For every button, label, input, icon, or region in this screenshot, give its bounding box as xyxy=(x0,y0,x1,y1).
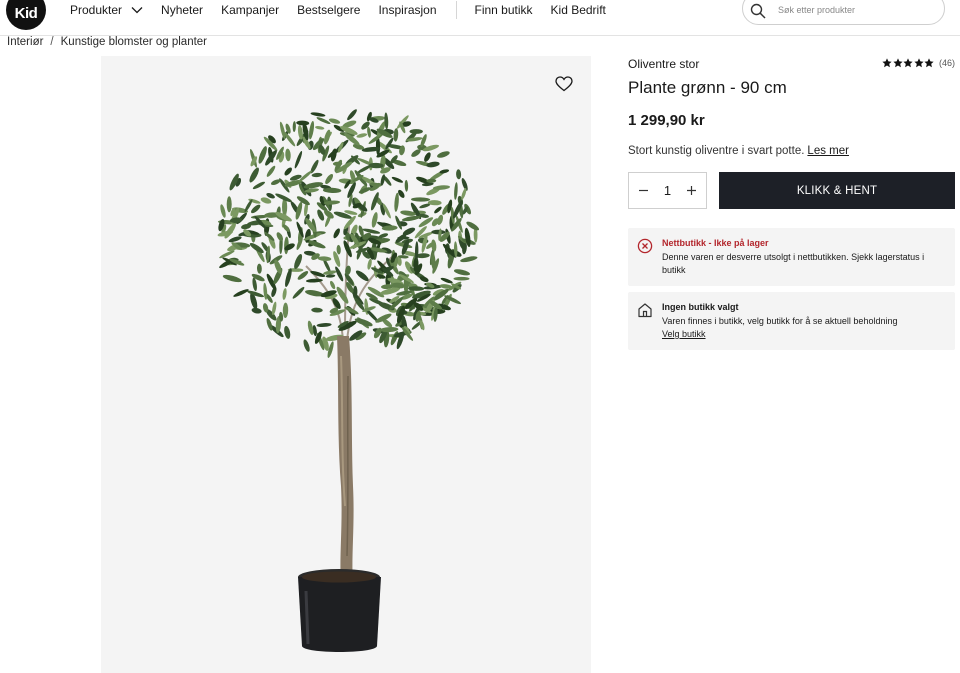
rating-stars xyxy=(882,58,935,68)
nav-bestselgere[interactable]: Bestselgere xyxy=(297,3,360,17)
heart-icon[interactable] xyxy=(555,76,573,92)
error-circle-icon xyxy=(637,238,653,254)
nav-finn-butikk[interactable]: Finn butikk xyxy=(475,3,533,17)
store-stock-heading: Ingen butikk valgt xyxy=(662,302,739,312)
site-header: Kid Produkter Nyheter Kampanjer Bestselg… xyxy=(0,0,960,36)
store-stock-notice: Ingen butikk valgt Varen finnes i butikk… xyxy=(628,292,955,350)
star-icon xyxy=(924,58,935,68)
nav-produkter[interactable]: Produkter xyxy=(70,3,143,17)
product-title: Plante grønn - 90 cm xyxy=(628,78,787,97)
chevron-down-icon xyxy=(131,6,143,14)
search-icon[interactable] xyxy=(750,3,766,19)
star-icon xyxy=(914,58,924,68)
breadcrumb: Interiør / Kunstige blomster og planter xyxy=(7,36,207,48)
nav-inspirasjon[interactable]: Inspirasjon xyxy=(378,3,436,17)
online-stock-heading: Nettbutikk - Ikke på lager xyxy=(662,238,769,248)
nav-divider xyxy=(455,1,457,19)
product-description: Stort kunstig oliventre i svart potte. Le… xyxy=(628,145,849,157)
minus-icon[interactable] xyxy=(637,185,649,197)
product-price: 1 299,90 kr xyxy=(628,112,705,129)
logo-text: Kid xyxy=(14,5,38,22)
online-stock-body: Denne varen er desverre utsolgt i nettbu… xyxy=(662,251,925,276)
rating-count: (46) xyxy=(938,58,955,68)
choose-store-link[interactable]: Velg butikk xyxy=(662,329,706,339)
nav-kid-bedrift[interactable]: Kid Bedrift xyxy=(551,3,606,17)
breadcrumb-item-interior[interactable]: Interiør xyxy=(7,36,43,48)
main-nav: Produkter Nyheter Kampanjer Bestselgere … xyxy=(70,0,624,20)
search-input[interactable] xyxy=(778,5,928,15)
breadcrumb-item-category[interactable]: Kunstige blomster og planter xyxy=(61,36,207,48)
nav-nyheter[interactable]: Nyheter xyxy=(161,3,203,17)
plus-icon[interactable] xyxy=(686,185,698,197)
search-box[interactable] xyxy=(742,0,945,25)
online-stock-notice: Nettbutikk - Ikke på lager Denne varen e… xyxy=(628,228,955,286)
star-icon xyxy=(903,58,914,68)
quantity-stepper: 1 xyxy=(628,172,707,209)
quantity-value[interactable]: 1 xyxy=(664,183,671,198)
store-icon xyxy=(637,302,653,318)
kid-logo[interactable]: Kid xyxy=(6,0,46,30)
store-stock-body: Varen finnes i butikk, velg butikk for å… xyxy=(662,315,898,326)
click-and-collect-button[interactable]: KLIKK & HENT xyxy=(719,172,955,209)
product-description-text: Stort kunstig oliventre i svart potte. xyxy=(628,145,805,157)
read-more-link[interactable]: Les mer xyxy=(807,145,849,157)
product-rating[interactable]: (46) xyxy=(882,58,955,68)
star-icon xyxy=(882,58,893,68)
nav-kampanjer[interactable]: Kampanjer xyxy=(221,3,279,17)
nav-produkter-label: Produkter xyxy=(70,3,123,17)
product-image-panel[interactable] xyxy=(101,56,591,673)
product-image xyxy=(217,109,480,652)
product-subtitle: Oliventre stor xyxy=(628,57,700,71)
breadcrumb-separator: / xyxy=(50,36,54,48)
star-icon xyxy=(893,58,903,68)
